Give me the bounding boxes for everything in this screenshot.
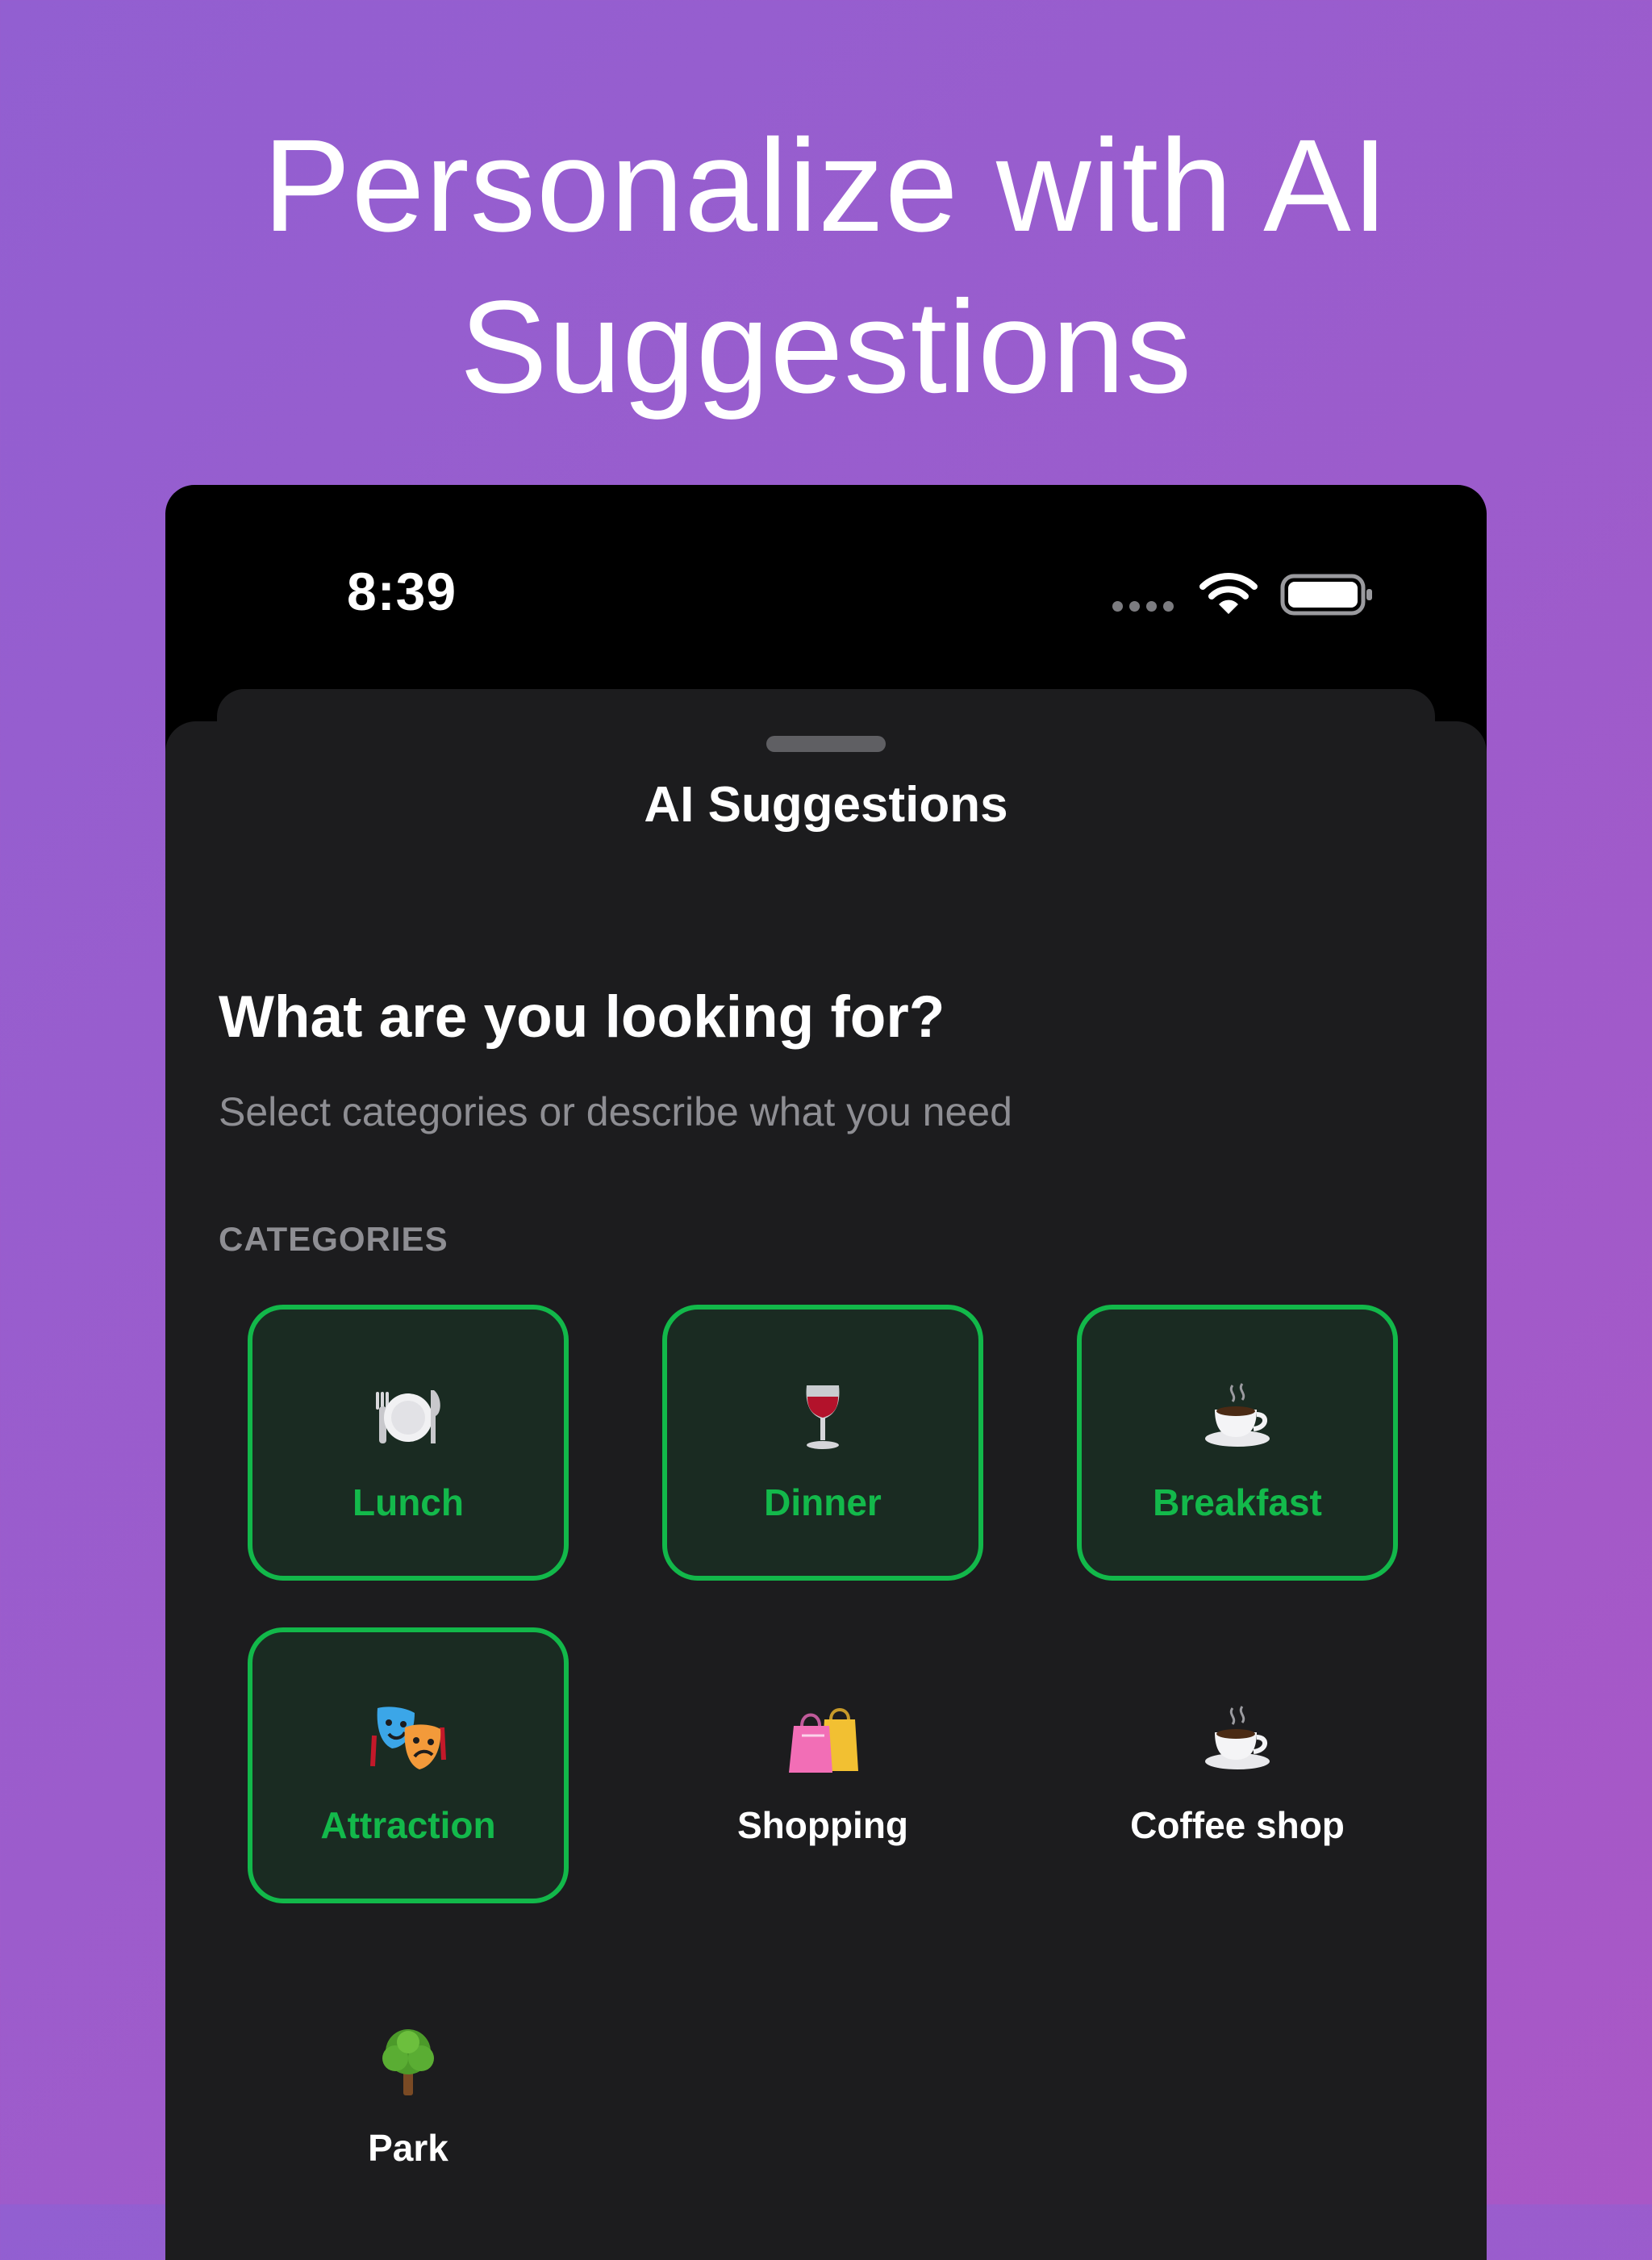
ai-suggestions-sheet: AI Suggestions What are you looking for?… [165, 721, 1487, 2260]
category-label: Coffee shop [1130, 1804, 1345, 1846]
category-coffee-shop[interactable]: Coffee shop [1077, 1627, 1398, 1903]
category-park[interactable]: Park [248, 1950, 569, 2226]
theater-masks-icon [252, 1703, 564, 1776]
headline: Personalize with AI Suggestions [0, 105, 1652, 428]
category-breakfast[interactable]: Breakfast [1077, 1305, 1398, 1581]
headline-line-1: Personalize with AI [262, 111, 1390, 259]
shopping-bags-icon [667, 1703, 978, 1776]
coffee-cup-icon [1082, 1381, 1393, 1453]
category-label: Attraction [320, 1804, 496, 1846]
category-label: Park [368, 2127, 448, 2169]
category-label: Shopping [736, 1804, 909, 1846]
category-dinner[interactable]: Dinner [662, 1305, 983, 1581]
coffee-cup-icon [1082, 1703, 1393, 1776]
sheet-title: AI Suggestions [644, 777, 1008, 833]
cellular-dots-icon [1112, 601, 1180, 614]
category-attraction[interactable]: Attraction [248, 1627, 569, 1903]
phone-screen: 8:39 AI Suggestions What are you looking… [165, 485, 1487, 2260]
question-heading: What are you looking for? [219, 984, 945, 1050]
headline-line-2: Suggestions [459, 273, 1193, 420]
category-label: Breakfast [1153, 1481, 1322, 1523]
question-subtitle: Select categories or describe what you n… [219, 1089, 1012, 1134]
sheet-grabber[interactable] [766, 736, 886, 752]
categories-section-label: CATEGORIES [219, 1220, 448, 1258]
plate-fork-knife-icon [252, 1381, 564, 1453]
category-label: Lunch [353, 1481, 464, 1523]
battery-icon [1280, 574, 1372, 616]
category-lunch[interactable]: Lunch [248, 1305, 569, 1581]
tree-icon [252, 2026, 564, 2099]
wifi-icon [1199, 573, 1258, 614]
category-shopping[interactable]: Shopping [662, 1627, 983, 1903]
status-time: 8:39 [347, 562, 457, 621]
wine-glass-icon [667, 1381, 978, 1453]
category-label: Dinner [764, 1481, 882, 1523]
